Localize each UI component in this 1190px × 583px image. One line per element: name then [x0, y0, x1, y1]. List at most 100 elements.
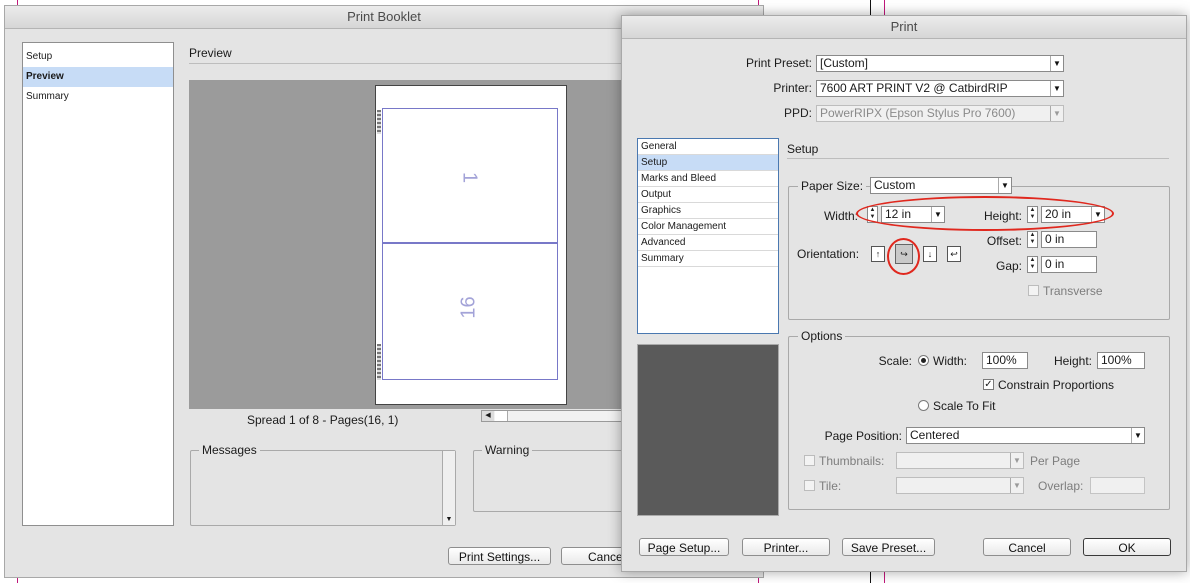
- print-preset-label: Print Preset:: [745, 56, 812, 70]
- print-cancel-button[interactable]: Cancel: [983, 538, 1071, 556]
- scale-width-radio[interactable]: [918, 355, 929, 366]
- ok-button[interactable]: OK: [1083, 538, 1171, 556]
- print-nav-marks-and-bleed[interactable]: Marks and Bleed: [638, 171, 778, 187]
- tile-label: Tile:: [819, 479, 842, 493]
- thumbnails-select: ▼: [896, 452, 1024, 469]
- offset-label: Offset:: [986, 234, 1022, 248]
- tile-select: ▼: [896, 477, 1024, 494]
- thumbnails-checkbox: [804, 455, 815, 466]
- print-nav-output[interactable]: Output: [638, 187, 778, 203]
- booklet-nav-preview[interactable]: Preview: [23, 67, 173, 87]
- ppd-label: PPD:: [783, 106, 812, 120]
- offset-field[interactable]: 0 in: [1041, 231, 1097, 248]
- tile-checkbox: [804, 480, 815, 491]
- printer-button[interactable]: Printer...: [742, 538, 830, 556]
- chevron-down-icon: ▼: [1010, 453, 1023, 468]
- width-stepper[interactable]: ▲ ▼: [867, 206, 878, 223]
- preview-color-bar-bottom: [377, 344, 381, 380]
- preview-color-bar-top: [377, 110, 381, 134]
- print-nav-summary[interactable]: Summary: [638, 251, 778, 267]
- gap-stepper[interactable]: ▲ ▼: [1027, 256, 1038, 273]
- warning-title: Warning: [482, 443, 533, 457]
- scale-width-label: Width:: [933, 354, 968, 368]
- orientation-reverse-portrait-icon[interactable]: ↓: [923, 246, 937, 262]
- print-settings-button[interactable]: Print Settings...: [448, 547, 551, 565]
- scale-width-field[interactable]: 100%: [982, 352, 1028, 369]
- chevron-down-icon: ▼: [998, 178, 1011, 193]
- chevron-down-icon: ▼: [1050, 106, 1063, 121]
- save-preset-button[interactable]: Save Preset...: [842, 538, 935, 556]
- ppd-select: PowerRIPX (Epson Stylus Pro 7600) ▼: [816, 105, 1064, 122]
- print-preset-value: [Custom]: [820, 56, 869, 70]
- paper-size-label: Paper Size:: [798, 179, 867, 193]
- paper-size-select[interactable]: Custom ▼: [870, 177, 1012, 194]
- print-nav-advanced[interactable]: Advanced: [638, 235, 778, 251]
- height-label: Height:: [983, 209, 1022, 223]
- print-preset-select[interactable]: [Custom] ▼: [816, 55, 1064, 72]
- offset-stepper[interactable]: ▲ ▼: [1027, 231, 1038, 248]
- print-preview-thumbnail: [637, 344, 779, 516]
- transverse-label: Transverse: [1043, 284, 1103, 298]
- setup-heading-divider: [787, 158, 1169, 159]
- overlap-label: Overlap:: [1038, 479, 1084, 493]
- page-position-value: Centered: [910, 428, 960, 442]
- preview-scrollbar[interactable]: ◀: [481, 410, 629, 422]
- preview-page-number-1: 1: [458, 171, 481, 184]
- paper-size-value: Custom: [874, 178, 916, 192]
- warning-group: Warning: [473, 443, 633, 512]
- options-title: Options: [798, 329, 846, 343]
- messages-title: Messages: [199, 443, 260, 457]
- booklet-nav-setup[interactable]: Setup: [23, 47, 173, 67]
- print-nav-graphics[interactable]: Graphics: [638, 203, 778, 219]
- chevron-down-icon: ▼: [1131, 428, 1144, 443]
- chevron-down-icon: ▼: [1091, 207, 1104, 222]
- per-page-label: Per Page: [1030, 454, 1081, 468]
- printer-label: Printer:: [773, 81, 812, 95]
- messages-group: Messages ▼: [190, 443, 456, 526]
- scale-label: Scale:: [878, 354, 912, 368]
- print-dialog-titlebar: Print: [622, 16, 1186, 39]
- print-nav-color-management[interactable]: Color Management: [638, 219, 778, 235]
- scroll-left-icon[interactable]: ◀: [482, 411, 494, 421]
- height-stepper[interactable]: ▲ ▼: [1027, 206, 1038, 223]
- messages-scrollbar[interactable]: ▼: [442, 451, 455, 525]
- preview-page-number-16: 16: [457, 296, 480, 319]
- width-select[interactable]: 12 in ▼: [881, 206, 945, 223]
- height-select[interactable]: 20 in ▼: [1041, 206, 1105, 223]
- ppd-value: PowerRIPX (Epson Stylus Pro 7600): [820, 106, 1016, 120]
- scale-height-field[interactable]: 100%: [1097, 352, 1145, 369]
- scale-height-label: Height:: [1053, 354, 1092, 368]
- width-value: 12 in: [885, 207, 912, 221]
- transverse-checkbox: [1028, 285, 1039, 296]
- booklet-spread-info: Spread 1 of 8 - Pages(16, 1): [247, 413, 399, 427]
- print-nav-general[interactable]: General: [638, 139, 778, 155]
- orientation-portrait-icon[interactable]: ↑: [871, 246, 885, 262]
- page-setup-button[interactable]: Page Setup...: [639, 538, 729, 556]
- chevron-down-icon: ▼: [931, 207, 944, 222]
- constrain-proportions-checkbox[interactable]: ✓: [983, 379, 994, 390]
- print-dialog: Print Print Preset: [Custom] ▼ Printer: …: [621, 15, 1187, 572]
- constrain-proportions-label: Constrain Proportions: [998, 378, 1115, 392]
- chevron-down-icon: ▼: [1050, 56, 1063, 71]
- chevron-down-icon: ▼: [1050, 81, 1063, 96]
- height-value: 20 in: [1045, 207, 1072, 221]
- printer-select[interactable]: 7600 ART PRINT V2 @ CatbirdRIP ▼: [816, 80, 1064, 97]
- gap-label: Gap:: [995, 259, 1022, 273]
- page-position-select[interactable]: Centered ▼: [906, 427, 1145, 444]
- booklet-nav-summary[interactable]: Summary: [23, 87, 173, 107]
- booklet-preview-area: 1 16: [189, 80, 629, 409]
- print-nav-list: General Setup Marks and Bleed Output Gra…: [637, 138, 779, 334]
- orientation-landscape-icon[interactable]: ↪: [895, 244, 913, 264]
- print-nav-setup[interactable]: Setup: [638, 155, 778, 171]
- messages-scroll-down-icon[interactable]: ▼: [443, 515, 455, 525]
- scale-to-fit-label: Scale To Fit: [933, 399, 996, 413]
- scroll-thumb[interactable]: [495, 411, 508, 421]
- gap-field[interactable]: 0 in: [1041, 256, 1097, 273]
- orientation-label: Orientation:: [797, 247, 860, 261]
- setup-section-heading: Setup: [787, 142, 819, 156]
- scale-to-fit-radio[interactable]: [918, 400, 929, 411]
- booklet-sidebar: Setup Preview Summary: [22, 42, 174, 526]
- overlap-field: [1090, 477, 1145, 494]
- orientation-reverse-landscape-icon[interactable]: ↩: [947, 246, 961, 262]
- printer-value: 7600 ART PRINT V2 @ CatbirdRIP: [820, 81, 1008, 95]
